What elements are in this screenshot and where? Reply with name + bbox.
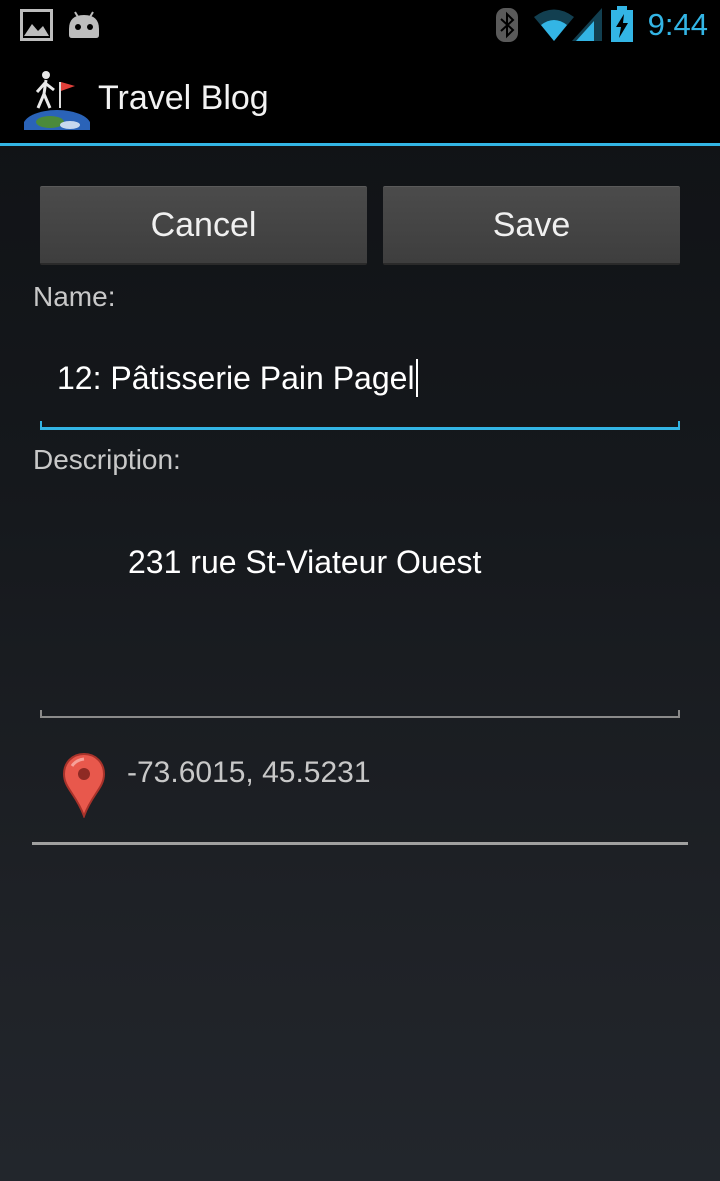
name-field-tick-left: [40, 421, 42, 430]
image-icon: [20, 9, 53, 41]
save-button[interactable]: Save: [383, 186, 680, 265]
description-field-value: 231 rue St-Viateur Ouest: [128, 544, 482, 580]
description-field[interactable]: 231 rue St-Viateur Ouest: [40, 500, 680, 718]
wifi-icon: [534, 9, 574, 41]
location-divider: [32, 842, 688, 845]
android-icon: [69, 11, 99, 38]
name-label: Name:: [33, 281, 116, 312]
cancel-button[interactable]: Cancel: [40, 186, 367, 265]
description-field-tick-left: [40, 710, 42, 718]
description-field-tick-right: [678, 710, 680, 718]
map-pin-icon: [62, 752, 106, 818]
hiker-globe-icon[interactable]: [24, 70, 90, 130]
name-field-text-wrap: 12: Pâtisserie Pain Pagel: [57, 358, 418, 398]
battery-charging-icon: [611, 6, 633, 42]
name-field-tick-right: [678, 421, 680, 430]
status-bar: 9:44: [0, 0, 720, 50]
location-row[interactable]: -73.6015, 45.5231: [32, 735, 688, 845]
screen: 9:44 Travel Blog Cancel Save Name: 12: P…: [0, 0, 720, 1181]
location-coordinates: -73.6015, 45.5231: [127, 756, 371, 789]
bluetooth-icon: [496, 8, 518, 42]
action-bar: Travel Blog: [0, 50, 720, 143]
name-field-value: 12: Pâtisserie Pain Pagel: [57, 360, 415, 396]
app-title: Travel Blog: [98, 79, 269, 117]
text-caret: [415, 359, 418, 397]
description-field-underline: [40, 716, 680, 718]
description-label: Description:: [33, 444, 181, 475]
name-field-underline: [40, 427, 680, 430]
signal-icon: [572, 8, 602, 41]
name-field[interactable]: 12: Pâtisserie Pain Pagel: [40, 340, 680, 430]
action-bar-divider: [0, 143, 720, 146]
clock: 9:44: [647, 7, 708, 42]
